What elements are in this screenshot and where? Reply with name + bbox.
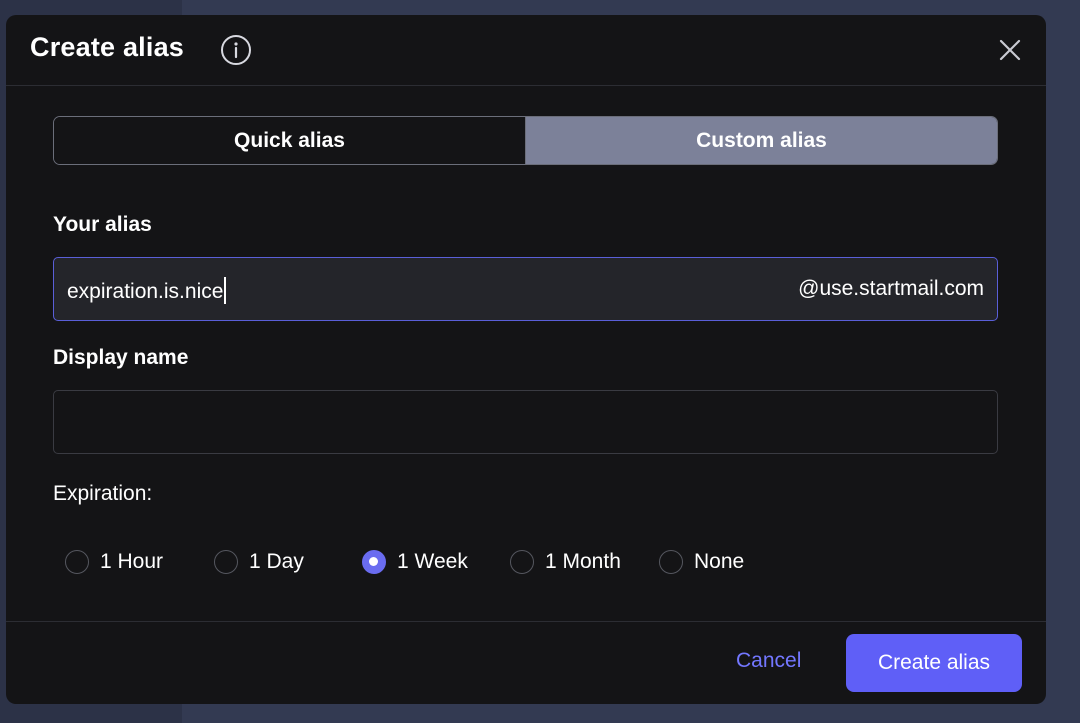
radio-label: 1 Day — [249, 550, 304, 573]
alias-input-value: expiration.is.nice — [67, 277, 227, 304]
expiration-option-1-month[interactable]: 1 Month — [510, 550, 621, 574]
alias-domain-suffix: @use.startmail.com — [798, 277, 984, 300]
dialog-header: Create alias — [6, 15, 1046, 86]
radio-button[interactable] — [65, 550, 89, 574]
expiration-label: Expiration: — [53, 482, 153, 505]
radio-label: 1 Hour — [100, 550, 164, 573]
radio-button[interactable] — [214, 550, 238, 574]
radio-button[interactable] — [659, 550, 683, 574]
expiration-option-1-day[interactable]: 1 Day — [214, 550, 304, 574]
info-icon[interactable] — [220, 34, 252, 66]
create-alias-button[interactable]: Create alias — [846, 634, 1022, 692]
create-alias-dialog: Create alias Quick alias Custom alias Yo… — [6, 15, 1046, 704]
radio-button[interactable] — [510, 550, 534, 574]
expiration-option-none[interactable]: None — [659, 550, 744, 574]
expiration-option-1-week[interactable]: 1 Week — [362, 550, 468, 574]
alias-input[interactable]: expiration.is.nice @use.startmail.com — [53, 257, 998, 321]
your-alias-label: Your alias — [53, 213, 152, 236]
radio-label: 1 Week — [397, 550, 468, 573]
radio-label: None — [694, 550, 745, 573]
text-caret — [224, 277, 227, 304]
expiration-option-1-hour[interactable]: 1 Hour — [65, 550, 163, 574]
cancel-button[interactable]: Cancel — [736, 649, 801, 673]
radio-label: 1 Month — [545, 550, 621, 573]
dialog-footer: Cancel Create alias — [6, 621, 1046, 704]
dialog-title: Create alias — [30, 32, 184, 62]
alias-type-toggle: Quick alias Custom alias — [53, 116, 998, 165]
quick-alias-tab[interactable]: Quick alias — [54, 117, 526, 164]
close-icon[interactable] — [996, 36, 1024, 64]
display-name-label: Display name — [53, 346, 189, 369]
radio-button-selected[interactable] — [362, 550, 386, 574]
display-name-input[interactable] — [53, 390, 998, 454]
custom-alias-tab[interactable]: Custom alias — [526, 117, 997, 164]
